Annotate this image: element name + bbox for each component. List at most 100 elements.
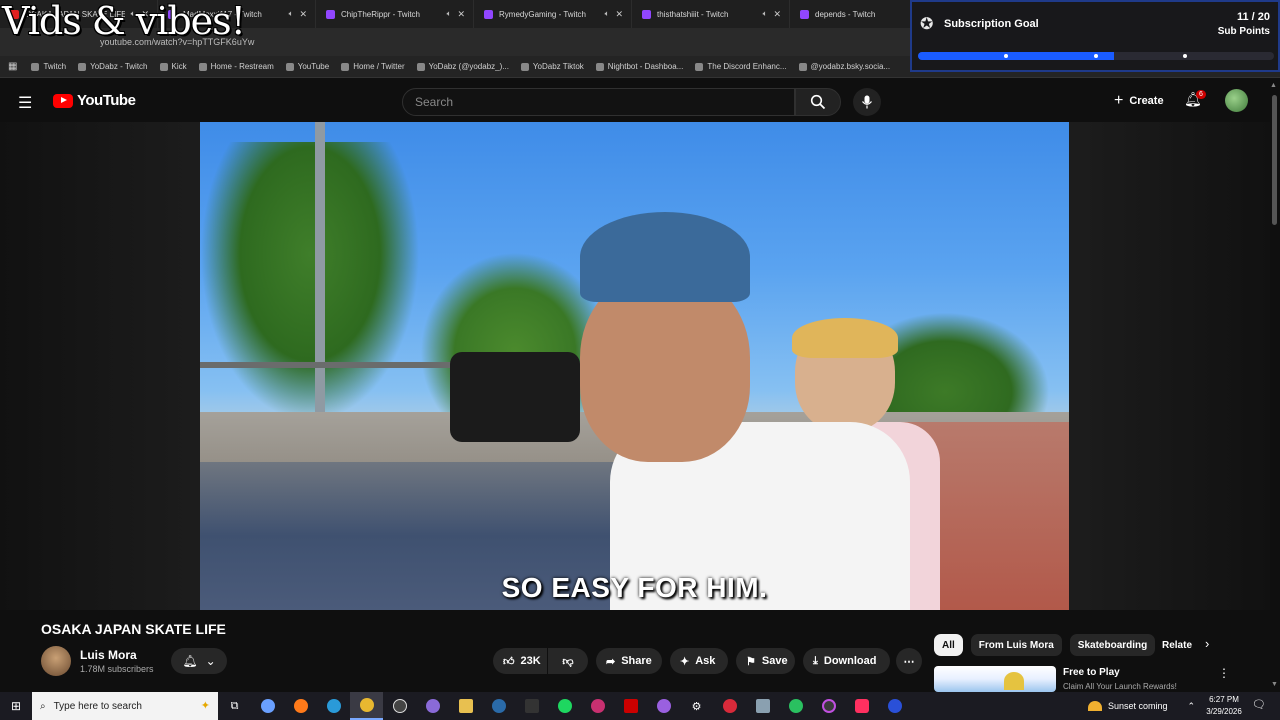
bookmark-item[interactable]: Nightbot - Dashboa... <box>590 62 690 71</box>
tab-title: depends - Twitch <box>815 9 876 19</box>
monitor-app-icon[interactable] <box>746 692 779 720</box>
obs-icon[interactable] <box>383 692 416 720</box>
video-player[interactable]: SO EASY FOR HIM. <box>200 122 1069 610</box>
search-button[interactable] <box>795 88 841 116</box>
spotify-icon[interactable] <box>548 692 581 720</box>
firefox-icon[interactable] <box>284 692 317 720</box>
ask-button[interactable]: ✦ Ask <box>670 648 728 674</box>
steam-icon[interactable] <box>482 692 515 720</box>
page-scrollbar[interactable]: ▲ ▼ <box>1270 79 1280 689</box>
youtube-logo[interactable]: YouTube <box>53 92 136 109</box>
chevron-up-icon[interactable]: ⌃ <box>1188 701 1196 712</box>
green-app-icon[interactable] <box>779 692 812 720</box>
tab-audio-icon[interactable]: 🔈︎ <box>605 9 610 19</box>
scroll-down-arrow-icon[interactable]: ▼ <box>1271 681 1278 688</box>
notification-center-icon[interactable]: 🗨︎ <box>1252 698 1266 711</box>
filter-chip[interactable]: Skateboarding <box>1069 634 1156 656</box>
netflix-icon[interactable] <box>614 692 647 720</box>
taskbar-search-placeholder: Type here to search <box>53 700 142 712</box>
discord-icon[interactable] <box>581 692 614 720</box>
download-label: Download <box>823 655 877 667</box>
pen-app-icon[interactable] <box>647 692 680 720</box>
chip-related[interactable]: Relate <box>1162 634 1192 656</box>
tab-audio-icon[interactable]: 🔈︎ <box>763 9 768 19</box>
bookmark-label: Nightbot - Dashboa... <box>607 62 684 71</box>
goal-tick <box>1004 54 1008 58</box>
share-button[interactable]: ➦ Share <box>596 648 662 674</box>
download-button[interactable]: ⤓ Download <box>803 648 890 674</box>
search-icon: ⌕ <box>40 700 46 712</box>
bookmark-favicon-icon <box>695 62 704 71</box>
share-icon: ➦ <box>606 655 616 668</box>
chrome-icon[interactable] <box>350 692 383 720</box>
account-avatar[interactable] <box>1225 89 1248 112</box>
save-button[interactable]: ⚑ Save <box>736 648 795 674</box>
bookmark-item[interactable]: YoDabz - Twitch <box>72 62 153 71</box>
bookmark-label: YouTube <box>297 62 330 71</box>
bookmark-item[interactable]: Home - Restream <box>193 62 280 71</box>
scrollbar-thumb[interactable] <box>1272 95 1277 225</box>
tiktok-icon[interactable] <box>845 692 878 720</box>
search-input[interactable]: Search <box>402 88 795 116</box>
bookmark-item[interactable]: YoDabz Tiktok <box>515 62 590 71</box>
file-explorer-icon[interactable] <box>449 692 482 720</box>
bookmark-item[interactable]: The Discord Enhanc... <box>689 62 792 71</box>
create-label: Create <box>1129 95 1164 107</box>
apps-grid-icon[interactable]: ▦ <box>6 61 25 72</box>
bookmark-item[interactable]: @yodabz.bsky.socia... <box>793 62 897 71</box>
tab-title: thisthatshiiit - Twitch <box>657 9 729 19</box>
taskbar-search-input[interactable]: ⌕ Type here to search ✦ <box>32 692 218 720</box>
red-app-icon[interactable] <box>713 692 746 720</box>
scroll-up-arrow-icon[interactable]: ▲ <box>1270 82 1277 89</box>
recommended-thumbnail[interactable] <box>934 666 1056 692</box>
bookmark-item[interactable]: Home / Twitter <box>335 62 410 71</box>
bookmark-item[interactable]: Kick <box>154 62 193 71</box>
bookmark-item[interactable]: Twitch <box>25 62 72 71</box>
video-scene-pole <box>315 122 325 422</box>
like-button[interactable]: 👍︎ 23K <box>493 648 547 674</box>
tab-close-icon[interactable]: ✕ <box>615 9 623 20</box>
bookmark-item[interactable]: YoDabz (@yodabz_)... <box>411 62 515 71</box>
channel-name[interactable]: Luis Mora <box>80 648 137 662</box>
tab-close-icon[interactable]: ✕ <box>299 9 307 20</box>
settings-gear-icon[interactable]: ⚙ <box>680 692 713 720</box>
browser-tab[interactable]: thisthatshiiit - Twitch 🔈︎ ✕ <box>632 0 790 28</box>
twitch-favicon-icon <box>642 9 651 19</box>
video-title: OSAKA JAPAN SKATE LIFE <box>41 621 226 637</box>
browser-tab[interactable]: RymedyGaming - Twitch 🔈︎ ✕ <box>474 0 632 28</box>
tab-audio-icon[interactable]: 🔈︎ <box>447 9 452 19</box>
filter-chip[interactable]: All <box>934 634 963 656</box>
more-vertical-icon[interactable]: ⋮ <box>1218 666 1230 680</box>
fingerprint-app-icon[interactable] <box>416 692 449 720</box>
tab-close-icon[interactable]: ✕ <box>457 9 465 20</box>
create-button[interactable]: + Create <box>1104 88 1174 114</box>
voice-search-button[interactable] <box>853 88 881 116</box>
bookmark-label: Home - Restream <box>210 62 274 71</box>
weather-text[interactable]: Sunset coming <box>1108 701 1168 711</box>
task-view-icon[interactable]: ⧉ <box>218 692 251 720</box>
subscribed-notification-button[interactable]: 🔔︎ ⌄ <box>171 648 227 674</box>
windows-start-icon[interactable]: ⊞ <box>0 692 32 720</box>
dislike-button[interactable]: 👎︎ <box>548 648 588 674</box>
chevron-right-icon[interactable]: › <box>1205 636 1209 651</box>
channel-avatar[interactable] <box>41 646 71 676</box>
copilot-icon[interactable] <box>251 692 284 720</box>
clock-time: 6:27 PM <box>1209 695 1239 704</box>
color-ring-app-icon[interactable] <box>812 692 845 720</box>
more-actions-button[interactable]: ⋯ <box>896 648 922 674</box>
browser-tab[interactable]: ChipTheRippr - Twitch 🔈︎ ✕ <box>316 0 474 28</box>
epic-games-icon[interactable] <box>515 692 548 720</box>
search-icon <box>810 94 826 110</box>
bookmark-favicon-icon <box>78 62 87 71</box>
tab-audio-icon[interactable]: 🔈︎ <box>289 9 294 19</box>
bookmark-favicon-icon <box>798 62 807 71</box>
recommended-title[interactable]: Free to Play <box>1063 667 1120 678</box>
hamburger-menu-icon[interactable]: ☰ <box>18 93 32 113</box>
system-clock[interactable]: 6:27 PM 3/29/2026 <box>1200 694 1248 718</box>
ea-app-icon[interactable] <box>878 692 911 720</box>
edge-icon[interactable] <box>317 692 350 720</box>
video-player-area: SO EASY FOR HIM. <box>0 122 1270 610</box>
filter-chip[interactable]: From Luis Mora <box>970 634 1062 656</box>
tab-close-icon[interactable]: ✕ <box>773 9 781 20</box>
bookmark-item[interactable]: YouTube <box>280 62 335 71</box>
